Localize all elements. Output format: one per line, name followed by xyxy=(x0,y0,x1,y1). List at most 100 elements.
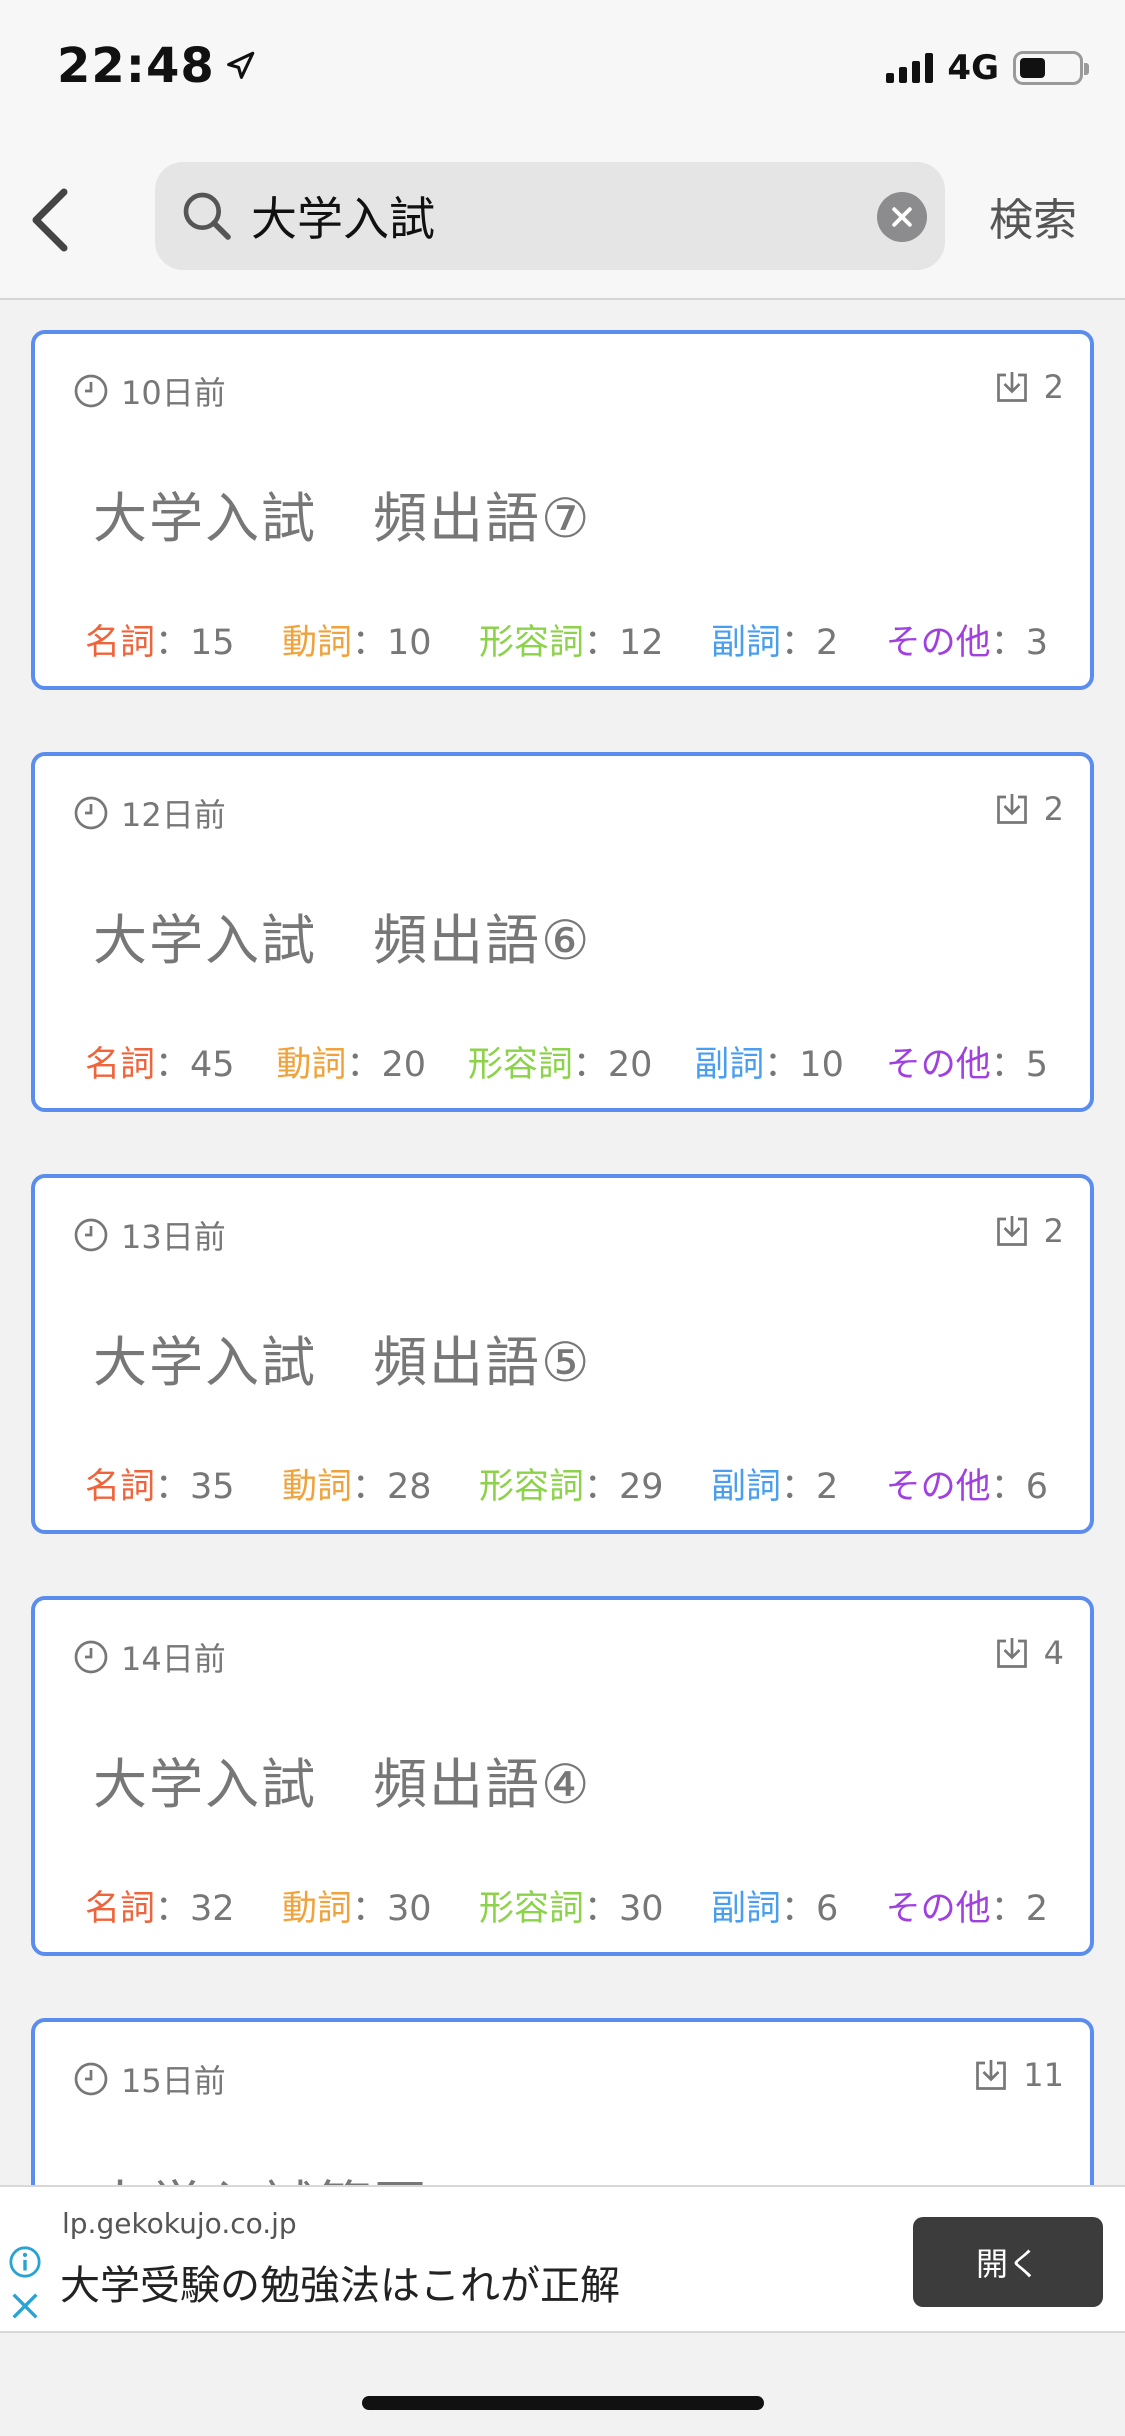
stat-value: 2 xyxy=(1025,1889,1048,1929)
card-download-count: 2 xyxy=(1043,368,1064,406)
stat-value: 3 xyxy=(1025,623,1048,663)
card-stats: 名詞：35 動詞：28 形容詞：29 副詞：2 その他：6 xyxy=(85,1458,1048,1509)
card-download-count: 11 xyxy=(1023,2056,1064,2094)
search-submit-button[interactable]: 検索 xyxy=(989,184,1077,248)
card-title: 大学入試 頻出語④ xyxy=(93,1753,592,1816)
stat-value: 10 xyxy=(799,1045,844,1085)
stat-separator: ： xyxy=(990,623,1026,663)
stat-label: 形容詞 xyxy=(467,1045,573,1085)
card-date-text: 10日前 xyxy=(121,374,226,412)
clock-icon xyxy=(74,374,108,408)
wordlist-card[interactable]: 15日前 11 大学入試範囲 xyxy=(31,2018,1094,2185)
card-title: 大学入試範囲 xyxy=(93,2162,429,2185)
card-date: 12日前 xyxy=(73,790,226,836)
card-date-text: 14日前 xyxy=(121,1640,226,1678)
stat-separator: ： xyxy=(155,623,191,663)
stat-separator: ： xyxy=(155,1467,191,1507)
stat-verb: 動詞：30 xyxy=(282,1880,432,1931)
close-icon xyxy=(892,207,912,227)
stat-label: 名詞 xyxy=(85,1045,156,1085)
card-title: 大学入試 頻出語⑥ xyxy=(93,909,592,972)
wordlist-card[interactable]: 14日前 4 大学入試 頻出語④ 名詞：32 動詞：30 形容詞：30 副詞：6 その他：2 xyxy=(31,1596,1094,1956)
stat-adjective: 形容詞：12 xyxy=(479,614,664,665)
search-box[interactable] xyxy=(155,162,945,270)
stat-label: 動詞 xyxy=(281,1467,352,1507)
card-downloads[interactable]: 4 xyxy=(994,1634,1064,1672)
stat-separator: ： xyxy=(764,1045,800,1085)
clock-icon xyxy=(74,2062,108,2096)
stat-separator: ： xyxy=(346,1045,382,1085)
stat-adverb: 副詞：2 xyxy=(711,614,838,665)
battery-level xyxy=(1020,58,1046,78)
stat-label: その他 xyxy=(885,1045,991,1085)
card-downloads[interactable]: 2 xyxy=(994,368,1064,406)
download-icon xyxy=(976,2060,1007,2090)
stat-other: その他：6 xyxy=(886,1458,1048,1509)
stat-value: 12 xyxy=(619,623,664,663)
stat-value: 6 xyxy=(815,1889,839,1929)
close-icon[interactable] xyxy=(8,2289,42,2323)
card-date: 13日前 xyxy=(73,1212,226,1258)
stat-separator: ： xyxy=(990,1045,1026,1085)
card-download-count: 2 xyxy=(1043,1212,1064,1250)
stat-adjective: 形容詞：29 xyxy=(479,1458,664,1509)
stat-label: 副詞 xyxy=(710,623,781,663)
battery-icon xyxy=(1013,51,1089,85)
card-date: 15日前 xyxy=(73,2056,226,2102)
stat-adjective: 形容詞：30 xyxy=(479,1880,664,1931)
card-title: 大学入試 頻出語⑦ xyxy=(93,487,592,550)
stat-separator: ： xyxy=(572,1045,608,1085)
stat-value: 45 xyxy=(190,1045,235,1085)
card-downloads[interactable]: 2 xyxy=(994,790,1064,828)
stat-separator: ： xyxy=(583,1467,619,1507)
clear-search-button[interactable] xyxy=(877,192,927,242)
stat-label: 副詞 xyxy=(710,1889,781,1929)
ad-banner[interactable]: lp.gekokujo.co.jp 大学受験の勉強法はこれが正解 開く xyxy=(0,2185,1125,2333)
search-input[interactable] xyxy=(251,189,851,243)
stat-label: その他 xyxy=(885,623,991,663)
location-arrow-icon xyxy=(226,51,255,79)
download-icon xyxy=(996,372,1027,402)
stat-separator: ： xyxy=(990,1889,1026,1929)
card-stats: 名詞：15 動詞：10 形容詞：12 副詞：2 その他：3 xyxy=(85,614,1048,665)
ad-headline[interactable]: 大学受験の勉強法はこれが正解 xyxy=(60,2253,620,2311)
card-downloads[interactable]: 2 xyxy=(994,1212,1064,1250)
card-date-text: 13日前 xyxy=(121,1218,226,1256)
stat-value: 29 xyxy=(619,1467,664,1507)
info-icon[interactable] xyxy=(8,2245,42,2279)
stat-label: 形容詞 xyxy=(478,1467,584,1507)
stat-separator: ： xyxy=(780,1889,816,1929)
stat-value: 30 xyxy=(387,1889,432,1929)
download-icon xyxy=(996,1638,1027,1668)
stat-noun: 名詞：15 xyxy=(85,614,235,665)
card-date-text: 12日前 xyxy=(121,796,226,834)
stat-label: 動詞 xyxy=(281,1889,352,1929)
stat-label: 動詞 xyxy=(276,1045,347,1085)
stat-label: その他 xyxy=(885,1889,991,1929)
stat-label: 形容詞 xyxy=(478,1889,584,1929)
status-indicators: 4G xyxy=(886,48,1089,88)
status-bar: 22:48 4G xyxy=(0,0,1125,140)
wordlist-card[interactable]: 13日前 2 大学入試 頻出語⑤ 名詞：35 動詞：28 形容詞：29 副詞：2 その他：6 xyxy=(31,1174,1094,1534)
ad-open-button[interactable]: 開く xyxy=(913,2217,1103,2307)
stat-separator: ： xyxy=(990,1467,1026,1507)
status-time: 22:48 xyxy=(57,38,257,94)
stat-value: 10 xyxy=(387,623,432,663)
card-downloads[interactable]: 11 xyxy=(973,2056,1064,2094)
stat-adverb: 副詞：6 xyxy=(711,1880,838,1931)
download-icon xyxy=(996,794,1027,824)
stat-label: 名詞 xyxy=(85,1889,156,1929)
stat-other: その他：3 xyxy=(886,614,1048,665)
download-icon xyxy=(996,1216,1027,1246)
stat-value: 32 xyxy=(190,1889,235,1929)
wordlist-card[interactable]: 12日前 2 大学入試 頻出語⑥ 名詞：45 動詞：20 形容詞：20 副詞：10 その他：5 xyxy=(31,752,1094,1112)
stat-label: 形容詞 xyxy=(478,623,584,663)
stat-value: 35 xyxy=(190,1467,235,1507)
card-date-text: 15日前 xyxy=(121,2062,226,2100)
card-stats: 名詞：45 動詞：20 形容詞：20 副詞：10 その他：5 xyxy=(85,1036,1048,1087)
wordlist-card[interactable]: 10日前 2 大学入試 頻出語⑦ 名詞：15 動詞：10 形容詞：12 副詞：2 その他：3 xyxy=(31,330,1094,690)
network-type: 4G xyxy=(947,48,999,88)
stat-value: 2 xyxy=(815,1467,839,1507)
back-button[interactable] xyxy=(20,180,80,260)
home-indicator[interactable] xyxy=(362,2396,764,2410)
